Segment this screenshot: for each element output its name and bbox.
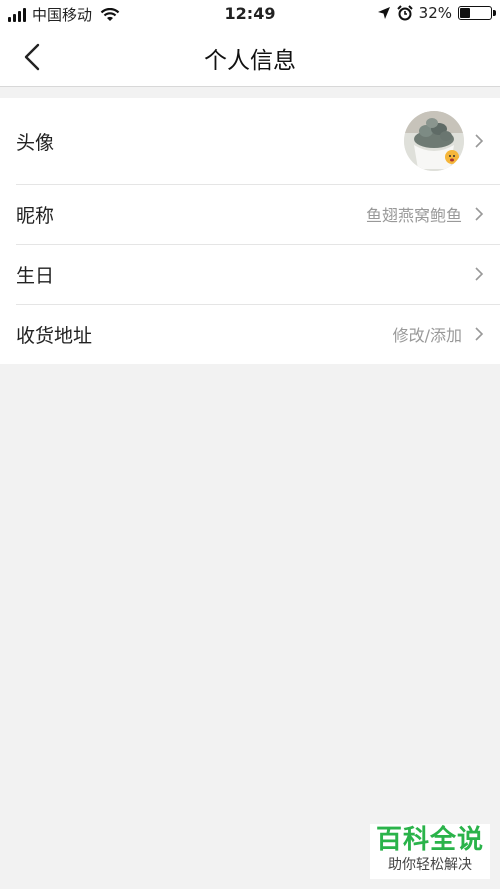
status-right: 32% bbox=[377, 4, 496, 22]
page-title: 个人信息 bbox=[204, 48, 296, 74]
alarm-clock-icon bbox=[396, 5, 413, 21]
watermark-logo: 百科全说 助你轻松解决 bbox=[370, 824, 490, 879]
birthday-row[interactable]: 生日 bbox=[0, 244, 500, 304]
avatar-row[interactable]: 头像 bbox=[0, 98, 500, 184]
profile-list: 头像 昵称 鱼翅燕窝鲍鱼 生日 收货地址 修改/添加 bbox=[0, 98, 500, 364]
row-label-nickname: 昵称 bbox=[16, 204, 55, 227]
address-row[interactable]: 收货地址 修改/添加 bbox=[0, 304, 500, 364]
chevron-right-icon bbox=[475, 207, 484, 221]
row-label-address: 收货地址 bbox=[16, 324, 93, 347]
watermark-title: 百科全说 bbox=[375, 825, 484, 855]
chevron-right-icon bbox=[475, 267, 484, 281]
chevron-right-icon bbox=[475, 134, 484, 148]
address-value: 修改/添加 bbox=[392, 326, 462, 345]
chevron-right-icon bbox=[475, 327, 484, 341]
battery-percent: 32% bbox=[418, 4, 452, 22]
row-label-avatar: 头像 bbox=[16, 131, 55, 154]
nickname-row[interactable]: 昵称 鱼翅燕窝鲍鱼 bbox=[0, 184, 500, 244]
nav-bar: 个人信息 bbox=[0, 28, 500, 87]
row-label-birthday: 生日 bbox=[16, 264, 55, 287]
avatar[interactable] bbox=[404, 111, 464, 171]
battery-icon bbox=[458, 6, 496, 20]
nickname-value: 鱼翅燕窝鲍鱼 bbox=[365, 206, 462, 225]
watermark-subtitle: 助你轻松解决 bbox=[388, 857, 472, 873]
avatar-image bbox=[404, 111, 464, 171]
location-arrow-icon bbox=[377, 7, 390, 19]
battery-fill bbox=[460, 8, 471, 18]
status-bar: 中国移动 12:49 32% bbox=[0, 0, 500, 28]
